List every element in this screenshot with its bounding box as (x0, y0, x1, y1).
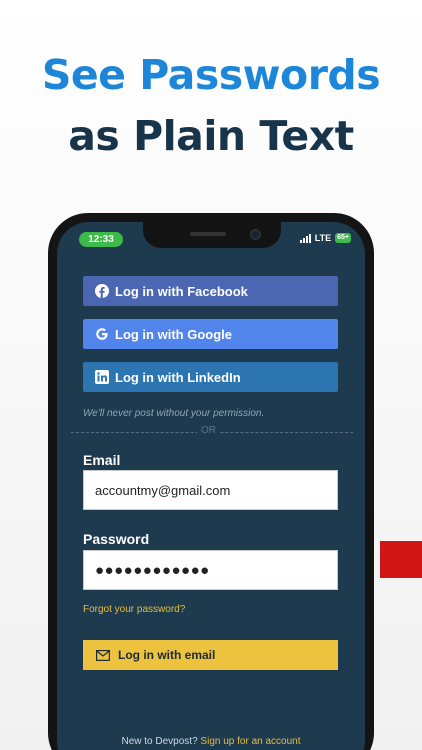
speaker-grille (190, 232, 226, 236)
password-field[interactable]: ●●●●●●●●●●●● (83, 550, 338, 590)
google-icon (95, 327, 109, 341)
phone-notch (143, 222, 281, 248)
permission-disclaimer: We'll never post without your permission… (83, 408, 265, 419)
password-label: Password (83, 531, 150, 547)
network-type: LTE (314, 233, 332, 243)
envelope-icon (96, 648, 110, 662)
linkedin-login-button[interactable]: Log in with LinkedIn (83, 362, 338, 392)
phone-frame: 12:33 LTE 65+ Log in with Facebook Log i… (48, 213, 374, 750)
signup-prompt: New to Devpost? Sign up for an account (57, 736, 365, 747)
status-indicators: LTE 65+ (299, 233, 351, 243)
linkedin-login-label: Log in with LinkedIn (115, 369, 241, 385)
email-login-button[interactable]: Log in with email (83, 640, 338, 670)
battery-icon: 65+ (335, 233, 351, 243)
status-time: 12:33 (79, 232, 123, 247)
email-field[interactable]: accountmy@gmail.com (83, 470, 338, 510)
facebook-icon (95, 284, 109, 298)
facebook-login-button[interactable]: Log in with Facebook (83, 276, 338, 306)
red-accent-bar (380, 541, 422, 578)
google-login-button[interactable]: Log in with Google (83, 319, 338, 349)
signup-prompt-text: New to Devpost? (121, 736, 198, 747)
headline-line-1: See Passwords (41, 51, 381, 99)
front-camera-icon (250, 229, 261, 240)
email-label: Email (83, 452, 121, 468)
headline-line-2: as Plain Text (68, 112, 354, 160)
linkedin-icon (95, 370, 109, 384)
or-divider-text: OR (197, 425, 220, 436)
facebook-login-label: Log in with Facebook (115, 283, 248, 299)
forgot-password-link[interactable]: Forgot your password? (83, 604, 185, 615)
google-login-label: Log in with Google (115, 326, 232, 342)
email-login-label: Log in with email (118, 648, 216, 662)
signal-icon (299, 233, 311, 243)
phone-screen: 12:33 LTE 65+ Log in with Facebook Log i… (57, 222, 365, 750)
signup-link[interactable]: Sign up for an account (200, 736, 300, 747)
